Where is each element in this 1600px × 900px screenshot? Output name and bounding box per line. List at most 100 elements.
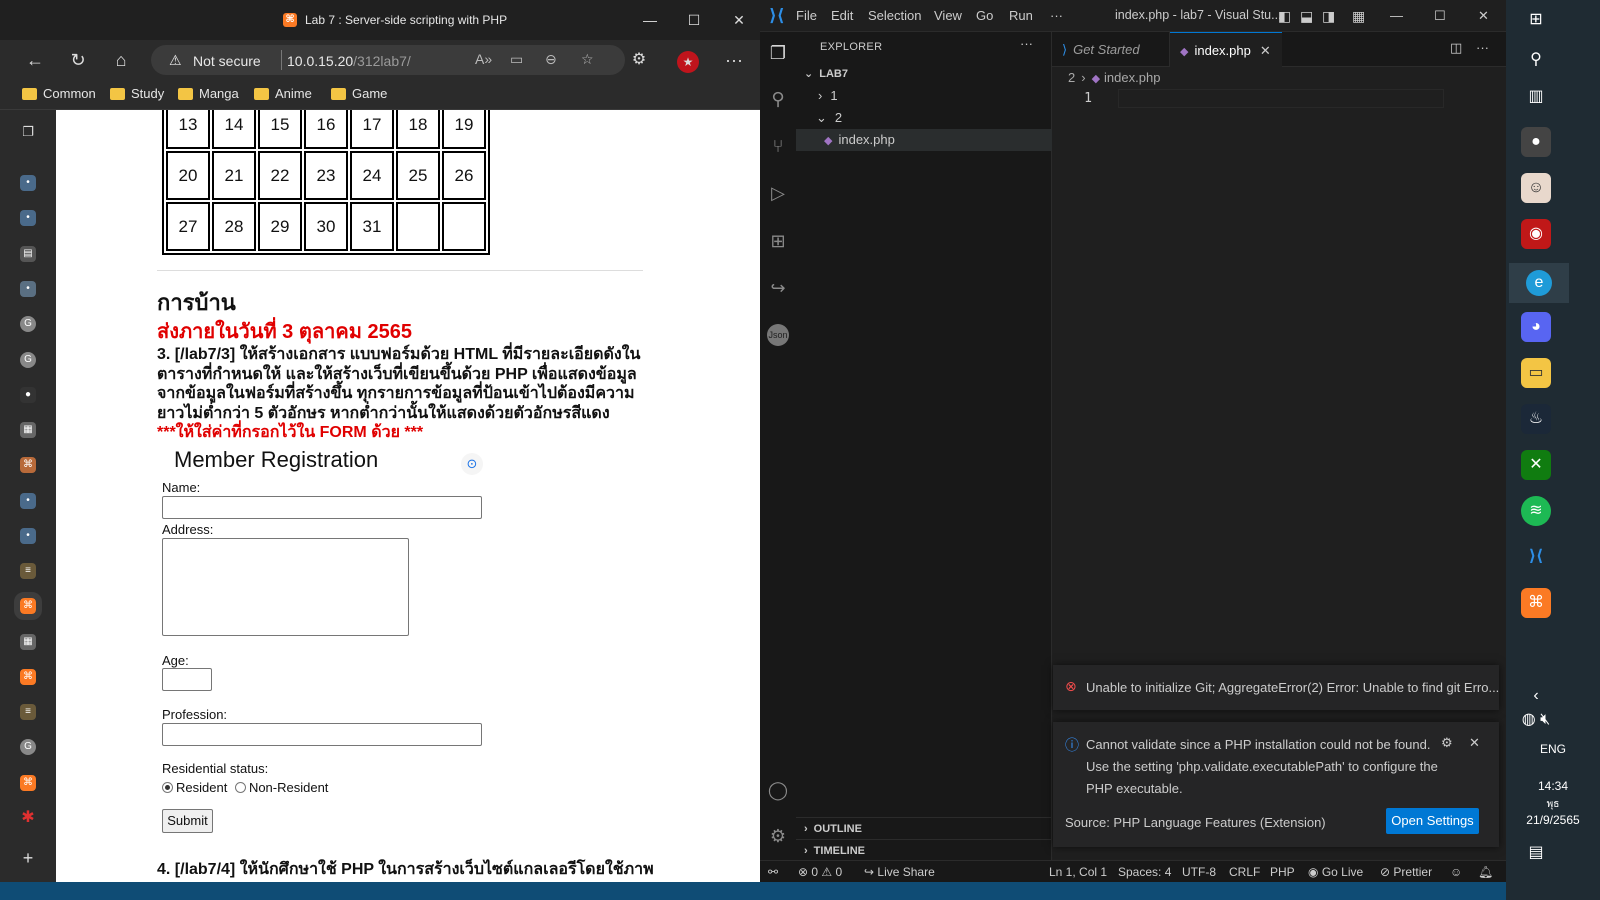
avatar-app-icon[interactable]: ☺ [1521, 173, 1551, 203]
explorer-more-icon[interactable]: ··· [1020, 36, 1033, 51]
asterisk-tab-icon[interactable]: ✱ [20, 810, 36, 826]
home-icon[interactable]: ⌂ [109, 48, 133, 72]
file-index-php[interactable]: ◆ index.php [796, 129, 1052, 151]
start-button-icon[interactable]: ⊞ [1521, 5, 1551, 35]
folder-2[interactable]: ⌄ 2 [796, 107, 1052, 129]
task-view-icon[interactable]: ▥ [1521, 82, 1551, 112]
editor-more-icon[interactable]: ··· [1476, 40, 1489, 55]
warning-icon[interactable]: ⚠ [169, 52, 182, 69]
tab-icon[interactable]: • [20, 175, 36, 191]
google-tab-icon[interactable]: G [20, 739, 36, 755]
tab-icon[interactable]: • [20, 210, 36, 226]
search-icon[interactable]: ⚲ [1521, 45, 1551, 75]
browser-tab[interactable]: ⌘ Lab 7 : Server-side scripting with PHP [283, 13, 507, 27]
vscode-taskbar-icon[interactable]: ⟩⟨ [1521, 542, 1551, 572]
xbox-icon[interactable]: ✕ [1521, 450, 1551, 480]
tab-icon[interactable]: ≡ [20, 704, 36, 720]
php-notification[interactable]: ⓘ Cannot validate since a PHP installati… [1053, 722, 1499, 847]
google-tab-icon[interactable]: G [20, 352, 36, 368]
extensions-icon[interactable]: ⚙ [627, 48, 651, 72]
live-share-status[interactable]: ↪ Live Share [864, 865, 935, 879]
garena-icon[interactable]: ◉ [1521, 219, 1551, 249]
resident-radio[interactable] [162, 782, 173, 793]
language-indicator[interactable]: ENG [1506, 742, 1600, 756]
close-tab-icon[interactable]: ✕ [1260, 43, 1271, 58]
menu-selection[interactable]: Selection [868, 8, 921, 23]
tab-icon[interactable]: • [20, 493, 36, 509]
minimize-button[interactable]: — [638, 8, 662, 32]
app-icon[interactable]: ● [1521, 127, 1551, 157]
source-control-icon[interactable]: ⑂ [765, 133, 791, 159]
security-label[interactable]: Not secure [193, 53, 261, 69]
address-textarea[interactable] [162, 538, 409, 636]
accounts-icon[interactable]: ◯ [765, 777, 791, 803]
tab-index-php[interactable]: ◆ index.php ✕ [1170, 32, 1282, 67]
tab-actions-icon[interactable]: ❐ [20, 124, 36, 140]
folder-1[interactable]: › 1 [796, 85, 1052, 107]
clock-time[interactable]: 14:34 [1506, 779, 1600, 793]
back-icon[interactable]: ← [23, 48, 47, 72]
profession-input[interactable] [162, 723, 482, 746]
outline-section[interactable]: › OUTLINE [796, 817, 1052, 839]
line-ending[interactable]: CRLF [1229, 865, 1260, 879]
file-explorer-icon[interactable]: ▭ [1521, 358, 1551, 388]
network-icon[interactable]: ◍ 🔇︎ [1521, 705, 1551, 735]
edge-taskbar-icon[interactable]: e [1509, 263, 1569, 303]
timeline-section[interactable]: › TIMELINE [796, 839, 1052, 861]
bookmark-study[interactable]: Study [110, 86, 164, 101]
tab-get-started[interactable]: ⟩ Get Started [1052, 32, 1170, 67]
bookmark-game[interactable]: Game [331, 86, 387, 101]
language-mode[interactable]: PHP [1270, 865, 1295, 879]
toggle-panel-icon[interactable]: ⬓ [1300, 8, 1313, 25]
bookmark-common[interactable]: Common [22, 86, 96, 101]
encoding[interactable]: UTF-8 [1182, 865, 1216, 879]
feedback-icon[interactable]: ☺ [1450, 865, 1462, 879]
menu-view[interactable]: View [934, 8, 962, 23]
split-editor-icon[interactable]: ◫ [1450, 40, 1462, 56]
toggle-secondary-sidebar-icon[interactable]: ◨ [1322, 8, 1335, 25]
manage-gear-icon[interactable]: ⚙ [765, 823, 791, 849]
url-field[interactable]: ⚠ Not secure 10.0.15.20/312lab7/ A» ▭ ⊖ … [151, 45, 625, 75]
notification-center-icon[interactable]: ▤ [1521, 838, 1551, 868]
menu-edit[interactable]: Edit [831, 8, 853, 23]
notifications-bell-icon[interactable]: 🔔︎ [1478, 865, 1493, 879]
menu-file[interactable]: File [796, 8, 817, 23]
menu-go[interactable]: Go [976, 8, 993, 23]
xampp-tab-icon[interactable]: ⌘ [20, 669, 36, 685]
close-notification-icon[interactable]: ✕ [1469, 735, 1480, 751]
new-tab-icon[interactable]: + [20, 849, 36, 867]
go-live-status[interactable]: ◉ Go Live [1308, 865, 1363, 879]
zoom-icon[interactable]: ⊖ [545, 51, 557, 68]
search-icon[interactable]: ⚲ [765, 86, 791, 112]
workspace-folder[interactable]: ⌄ LAB7 [796, 63, 1052, 85]
open-settings-button[interactable]: Open Settings [1386, 808, 1479, 834]
live-share-icon[interactable]: ↪ [765, 275, 791, 301]
xampp-taskbar-icon[interactable]: ⌘ [1521, 588, 1551, 618]
discord-icon[interactable]: ◕ [1521, 312, 1551, 342]
google-tab-icon[interactable]: G [20, 316, 36, 332]
clock-day[interactable]: พุธ [1506, 797, 1600, 812]
tab-icon[interactable]: ● [20, 387, 36, 403]
bookmark-anime[interactable]: Anime [254, 86, 312, 101]
submit-button[interactable]: Submit [162, 809, 213, 833]
close-button[interactable]: ✕ [727, 8, 751, 32]
tab-icon[interactable]: ≡ [20, 563, 36, 579]
favorite-icon[interactable]: ☆ [581, 51, 594, 68]
breadcrumb[interactable]: 2 › ◆ index.php [1068, 67, 1160, 89]
tab-icon[interactable]: ▦ [20, 422, 36, 438]
menu-more[interactable]: ··· [1050, 8, 1063, 23]
menu-run[interactable]: Run [1009, 8, 1033, 23]
maximize-button[interactable]: ☐ [1434, 8, 1446, 24]
tab-icon[interactable]: ▦ [20, 634, 36, 650]
run-debug-icon[interactable]: ▷ [765, 180, 791, 206]
git-error-notification[interactable]: ⊗ Unable to initialize Git; AggregateErr… [1053, 665, 1499, 710]
reader-icon[interactable]: ▭ [510, 51, 523, 68]
tab-icon[interactable]: • [20, 528, 36, 544]
indentation[interactable]: Spaces: 4 [1118, 865, 1171, 879]
active-xampp-tab-icon[interactable]: ⌘ [14, 592, 42, 620]
cursor-position[interactable]: Ln 1, Col 1 [1049, 865, 1107, 879]
clock-date[interactable]: 21/9/2565 [1506, 813, 1600, 827]
maximize-button[interactable]: ☐ [682, 8, 706, 32]
explorer-icon[interactable]: ❐ [765, 40, 791, 66]
steam-icon[interactable]: ♨ [1521, 404, 1551, 434]
